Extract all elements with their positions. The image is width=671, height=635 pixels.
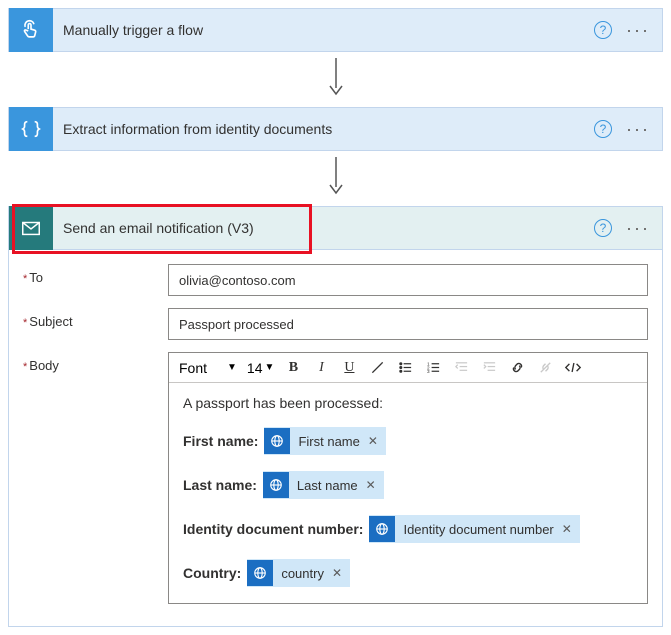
token-remove-icon[interactable]: ✕ — [562, 522, 572, 536]
email-panel: To Subject Body Font▼ 14▼ B I U — [8, 250, 663, 627]
token-remove-icon[interactable]: ✕ — [366, 478, 376, 492]
unlink-button[interactable] — [532, 355, 558, 381]
to-input[interactable] — [168, 264, 648, 296]
svg-text:3: 3 — [427, 369, 430, 374]
chevron-down-icon: ▼ — [227, 362, 237, 373]
country-label: Country: — [183, 565, 241, 581]
subject-label: Subject — [23, 308, 168, 329]
code-view-button[interactable] — [560, 355, 586, 381]
mail-icon — [9, 206, 53, 250]
connector-arrow — [8, 151, 663, 206]
help-icon[interactable]: ? — [594, 219, 612, 237]
more-icon[interactable]: ··· — [626, 219, 650, 237]
dynamic-content-icon — [263, 472, 289, 498]
help-icon[interactable]: ? — [594, 21, 612, 39]
color-button[interactable] — [364, 355, 390, 381]
body-editor: Font▼ 14▼ B I U 123 — [168, 352, 648, 604]
dynamic-content-icon — [247, 560, 273, 586]
token-idnum[interactable]: Identity document number ✕ — [369, 515, 579, 543]
first-name-label: First name: — [183, 433, 258, 449]
token-country[interactable]: country ✕ — [247, 559, 350, 587]
body-content[interactable]: A passport has been processed: First nam… — [169, 383, 647, 603]
last-name-label: Last name: — [183, 477, 257, 493]
font-select[interactable]: Font▼ — [175, 358, 241, 378]
token-last-name[interactable]: Last name ✕ — [263, 471, 384, 499]
token-remove-icon[interactable]: ✕ — [332, 566, 342, 580]
body-intro: A passport has been processed: — [183, 395, 633, 411]
subject-input[interactable] — [168, 308, 648, 340]
help-icon[interactable]: ? — [594, 120, 612, 138]
bold-button[interactable]: B — [280, 355, 306, 381]
dynamic-content-icon — [264, 428, 290, 454]
more-icon[interactable]: ··· — [626, 120, 650, 138]
more-icon[interactable]: ··· — [626, 21, 650, 39]
outdent-button[interactable] — [448, 355, 474, 381]
size-select[interactable]: 14▼ — [243, 360, 278, 376]
brackets-icon — [9, 107, 53, 151]
chevron-down-icon: ▼ — [265, 362, 275, 373]
dynamic-content-icon — [369, 516, 395, 542]
italic-button[interactable]: I — [308, 355, 334, 381]
link-button[interactable] — [504, 355, 530, 381]
idnum-label: Identity document number: — [183, 521, 363, 537]
step-extract[interactable]: Extract information from identity docume… — [8, 107, 663, 151]
editor-toolbar: Font▼ 14▼ B I U 123 — [169, 353, 647, 383]
step-title: Send an email notification (V3) — [53, 220, 594, 236]
to-label: To — [23, 264, 168, 285]
touch-icon — [9, 8, 53, 52]
step-title: Manually trigger a flow — [53, 22, 594, 38]
connector-arrow — [8, 52, 663, 107]
token-first-name[interactable]: First name ✕ — [264, 427, 385, 455]
underline-button[interactable]: U — [336, 355, 362, 381]
numbered-list-button[interactable]: 123 — [420, 355, 446, 381]
step-title: Extract information from identity docume… — [53, 121, 594, 137]
step-email[interactable]: Send an email notification (V3) ? ··· — [8, 206, 663, 250]
indent-button[interactable] — [476, 355, 502, 381]
bullet-list-button[interactable] — [392, 355, 418, 381]
step-trigger[interactable]: Manually trigger a flow ? ··· — [8, 8, 663, 52]
token-remove-icon[interactable]: ✕ — [368, 434, 378, 448]
body-label: Body — [23, 352, 168, 373]
